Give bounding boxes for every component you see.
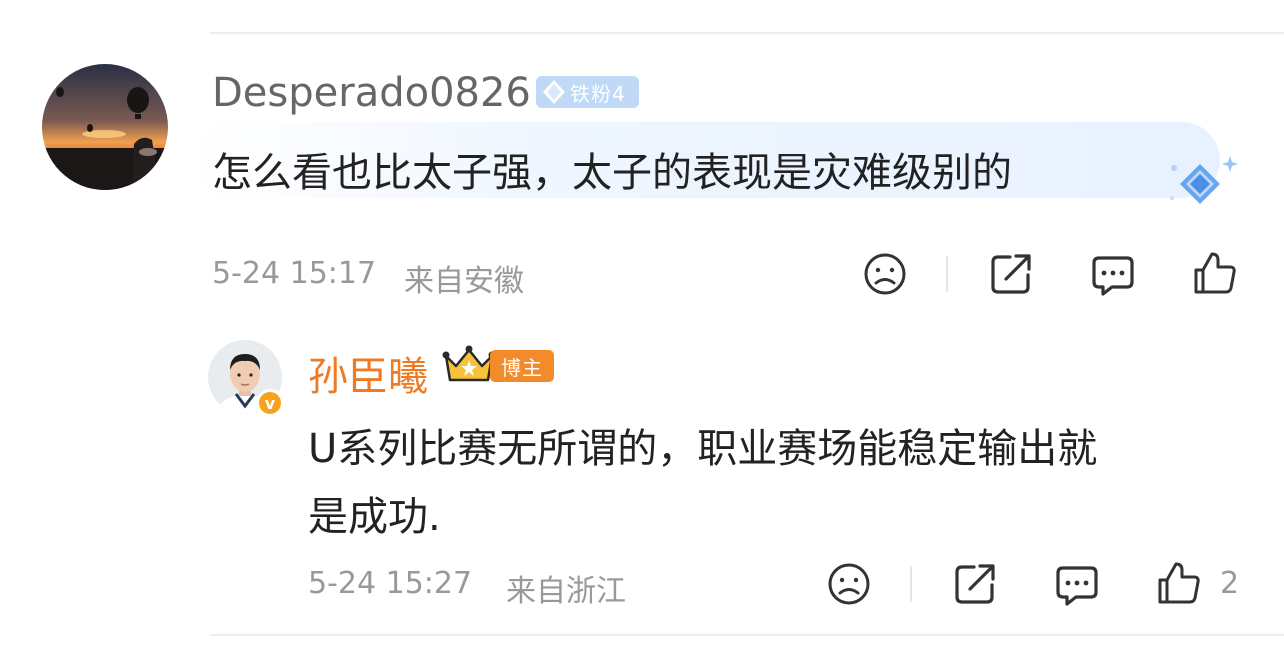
comment-location: 来自安徽 (404, 264, 524, 299)
fan-badge-label: 铁粉4 (570, 81, 626, 106)
reply-location: 来自浙江 (506, 574, 626, 609)
like-count: 2 (1220, 566, 1240, 601)
reply-text-line1: U系列比赛无所谓的，职业赛场能稳定输出就 (308, 426, 1098, 472)
top-divider (210, 32, 1284, 34)
avatar[interactable] (42, 64, 168, 190)
reply-dislike-icon[interactable] (826, 561, 872, 607)
reply-share-icon[interactable] (952, 561, 998, 607)
reply-action-separator (910, 566, 912, 602)
reply-username[interactable]: 孙臣曦 (308, 344, 428, 402)
bottom-divider (210, 634, 1284, 636)
verified-badge: v (256, 389, 284, 417)
reply-text-line2: 是成功. (308, 494, 441, 540)
comment-timestamp: 5-24 15:17 (212, 256, 377, 291)
reply-icon[interactable] (1090, 252, 1136, 298)
share-icon[interactable] (988, 251, 1034, 297)
like-icon[interactable] (1192, 250, 1238, 296)
action-separator (946, 256, 948, 292)
crown-icon (442, 345, 496, 382)
blogger-badge[interactable]: 博主 (490, 350, 554, 382)
username[interactable]: Desperado0826 (212, 70, 531, 116)
diamond-icon (543, 80, 565, 104)
comment-text: 怎么看也比太子强，太子的表现是灾难级别的 (212, 150, 1012, 196)
diamond-decoration-icon (1170, 156, 1238, 204)
reply-like-icon[interactable] (1156, 560, 1202, 606)
fan-badge[interactable]: 铁粉4 (536, 76, 639, 108)
reply-reply-icon[interactable] (1054, 562, 1100, 608)
reply-timestamp: 5-24 15:27 (308, 566, 473, 601)
dislike-icon[interactable] (862, 251, 908, 297)
